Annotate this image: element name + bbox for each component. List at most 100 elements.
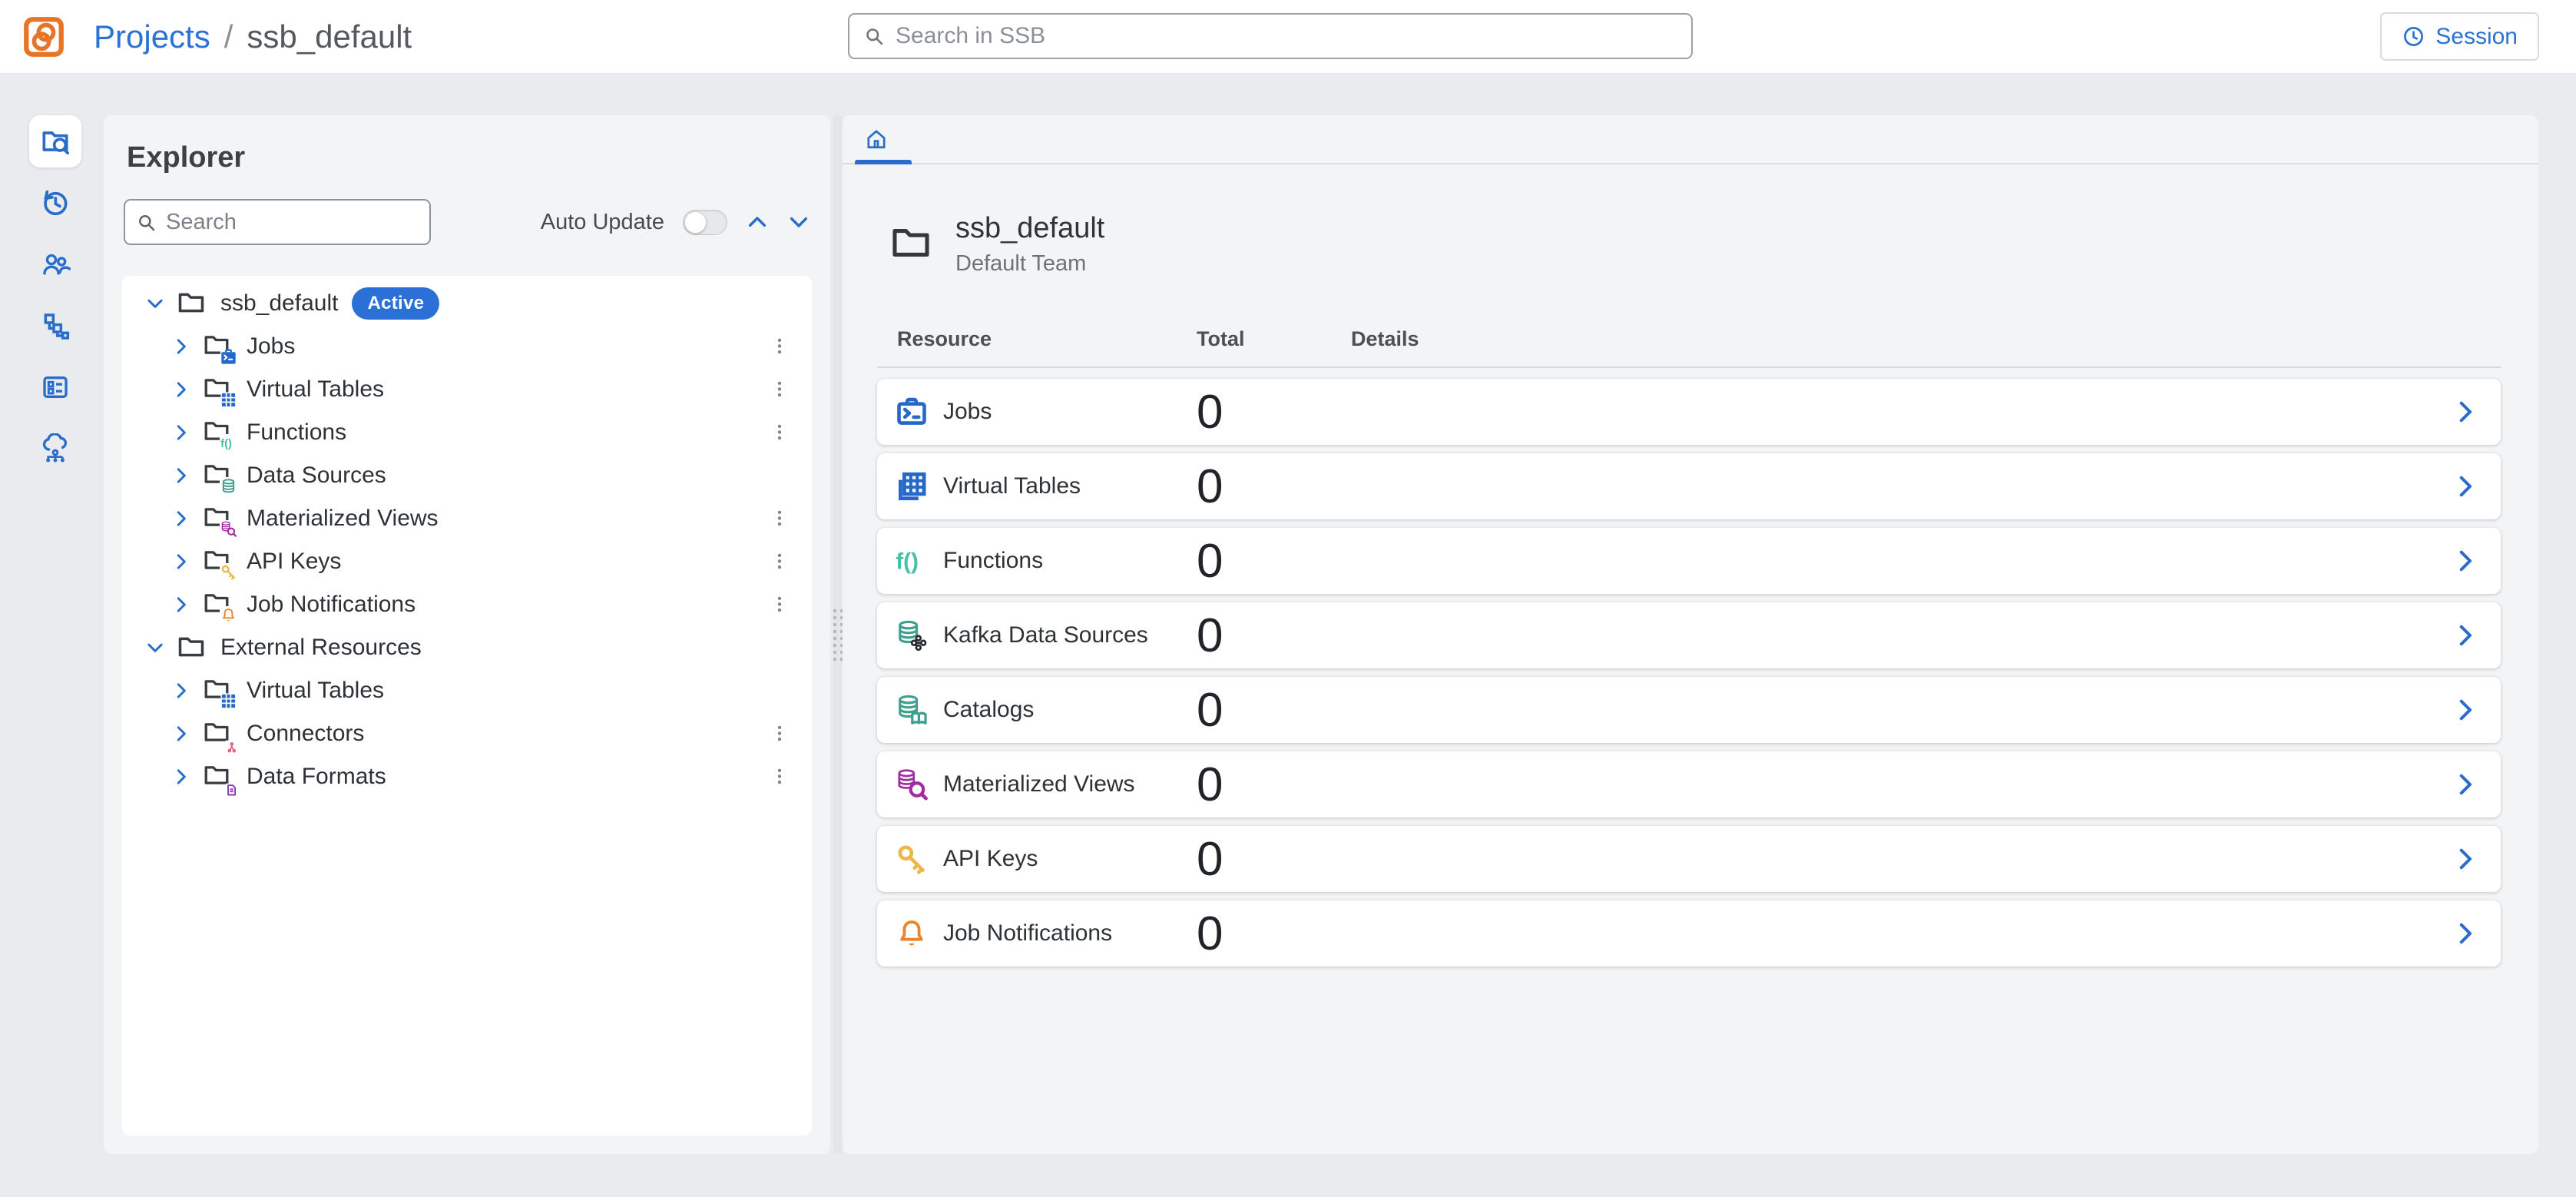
connectors-folder-icon [202,718,236,750]
breadcrumb-projects-link[interactable]: Projects [94,18,210,55]
data-formats-folder-icon [202,761,236,793]
tree-item-label: Job Notifications [247,592,416,618]
resource-label: Jobs [943,399,1197,425]
chevron-right-icon[interactable] [171,466,191,486]
toggle-knob [684,211,707,234]
resource-row-catalogs[interactable]: Catalogs 0 [877,677,2501,743]
functions-icon [894,543,929,579]
kebab-menu-icon[interactable] [769,592,790,618]
home-icon [863,126,889,152]
session-button-label: Session [2435,24,2518,50]
users-icon [40,249,71,280]
tree-item-api-keys[interactable]: API Keys [122,540,812,583]
kebab-menu-icon[interactable] [769,721,790,747]
tree-item-connectors[interactable]: Connectors [122,712,812,755]
chevron-right-icon[interactable] [2452,472,2479,500]
tree-item-materialized-views[interactable]: Materialized Views [122,497,812,540]
kebab-menu-icon[interactable] [769,506,790,532]
chevron-right-icon[interactable] [171,552,191,572]
tree-item-data-sources[interactable]: Data Sources [122,454,812,497]
tree-item-ext-virtual-tables[interactable]: Virtual Tables [122,669,812,712]
folder-icon [176,287,210,320]
auto-update-label: Auto Update [541,210,664,235]
virtual-tables-icon [894,469,929,504]
api-keys-icon [894,841,929,877]
splitter-grip-icon [833,609,843,661]
chevron-right-icon[interactable] [171,595,191,615]
rail-item-cloud[interactable] [29,423,81,475]
session-button[interactable]: Session [2380,12,2539,61]
active-badge: Active [352,287,439,320]
kebab-menu-icon[interactable] [769,549,790,575]
resource-row-kafka-data-sources[interactable]: Kafka Data Sources 0 [877,602,2501,668]
chevron-right-icon[interactable] [2452,622,2479,649]
tree-item-job-notifications[interactable]: Job Notifications [122,583,812,626]
resource-row-materialized-views[interactable]: Materialized Views 0 [877,751,2501,817]
chevron-right-icon[interactable] [171,724,191,744]
tree-item-functions[interactable]: Functions [122,411,812,454]
kebab-menu-icon[interactable] [769,333,790,360]
explorer-search-input[interactable] [166,210,419,235]
chevron-right-icon[interactable] [2452,920,2479,947]
chevron-up-icon[interactable] [746,211,769,234]
global-search-input[interactable] [896,23,1677,49]
resource-total: 0 [1197,907,1351,961]
rail-item-cards[interactable] [29,361,81,413]
panel-splitter[interactable] [833,115,843,1154]
kebab-menu-icon[interactable] [769,419,790,446]
resource-row-virtual-tables[interactable]: Virtual Tables 0 [877,453,2501,519]
virtual-tables-folder-icon [202,675,236,707]
resource-label: Functions [943,548,1197,574]
resource-row-job-notifications[interactable]: Job Notifications 0 [877,900,2501,967]
data-sources-folder-icon [202,459,236,492]
chevron-right-icon[interactable] [171,509,191,529]
chevron-right-icon[interactable] [171,380,191,400]
rail-item-lineage[interactable] [29,300,81,352]
tree-item-label: Functions [247,419,346,446]
tree-item-data-formats[interactable]: Data Formats [122,755,812,798]
app-logo-icon[interactable] [22,15,66,59]
resource-total: 0 [1197,683,1351,738]
tab-home[interactable] [843,115,910,163]
tree-item-label: API Keys [247,549,341,575]
tree-item-external-resources[interactable]: External Resources [122,626,812,669]
tree-item-label: Data Sources [247,463,386,489]
rail-item-users[interactable] [29,238,81,290]
rail-item-history[interactable] [29,177,81,229]
chevron-right-icon[interactable] [2452,696,2479,724]
chevron-right-icon[interactable] [2452,547,2479,575]
resource-row-api-keys[interactable]: API Keys 0 [877,826,2501,892]
materialized-views-icon [894,767,929,802]
kebab-menu-icon[interactable] [769,376,790,403]
chevron-right-icon[interactable] [171,423,191,443]
tree-item-label: External Resources [220,635,422,661]
chevron-down-icon[interactable] [145,638,165,658]
api-keys-folder-icon [202,545,236,578]
resource-total: 0 [1197,608,1351,663]
global-search[interactable] [848,13,1693,59]
chevron-down-icon[interactable] [145,293,165,313]
resource-label: API Keys [943,846,1197,872]
chevron-down-icon[interactable] [787,211,810,234]
project-folder-icon [886,220,935,269]
tree-item-ssb-default[interactable]: ssb_default Active [122,282,812,325]
tree-item-label: Materialized Views [247,506,439,532]
resource-label: Catalogs [943,697,1197,723]
resource-row-jobs[interactable]: Jobs 0 [877,379,2501,445]
project-name: ssb_default [955,212,1104,245]
tree-item-virtual-tables[interactable]: Virtual Tables [122,368,812,411]
resource-row-functions[interactable]: Functions 0 [877,528,2501,594]
explorer-panel: Explorer Auto Update ssb_default Active [104,115,830,1154]
chevron-right-icon[interactable] [171,337,191,356]
explorer-search[interactable] [124,199,431,245]
chevron-right-icon[interactable] [171,681,191,701]
auto-update-toggle[interactable] [683,210,727,235]
tree-item-jobs[interactable]: Jobs [122,325,812,368]
chevron-right-icon[interactable] [171,767,191,787]
kebab-menu-icon[interactable] [769,764,790,790]
rail-item-explorer[interactable] [29,115,81,167]
chevron-right-icon[interactable] [2452,771,2479,798]
chevron-right-icon[interactable] [2452,398,2479,426]
tab-strip [843,115,2538,164]
chevron-right-icon[interactable] [2452,845,2479,873]
